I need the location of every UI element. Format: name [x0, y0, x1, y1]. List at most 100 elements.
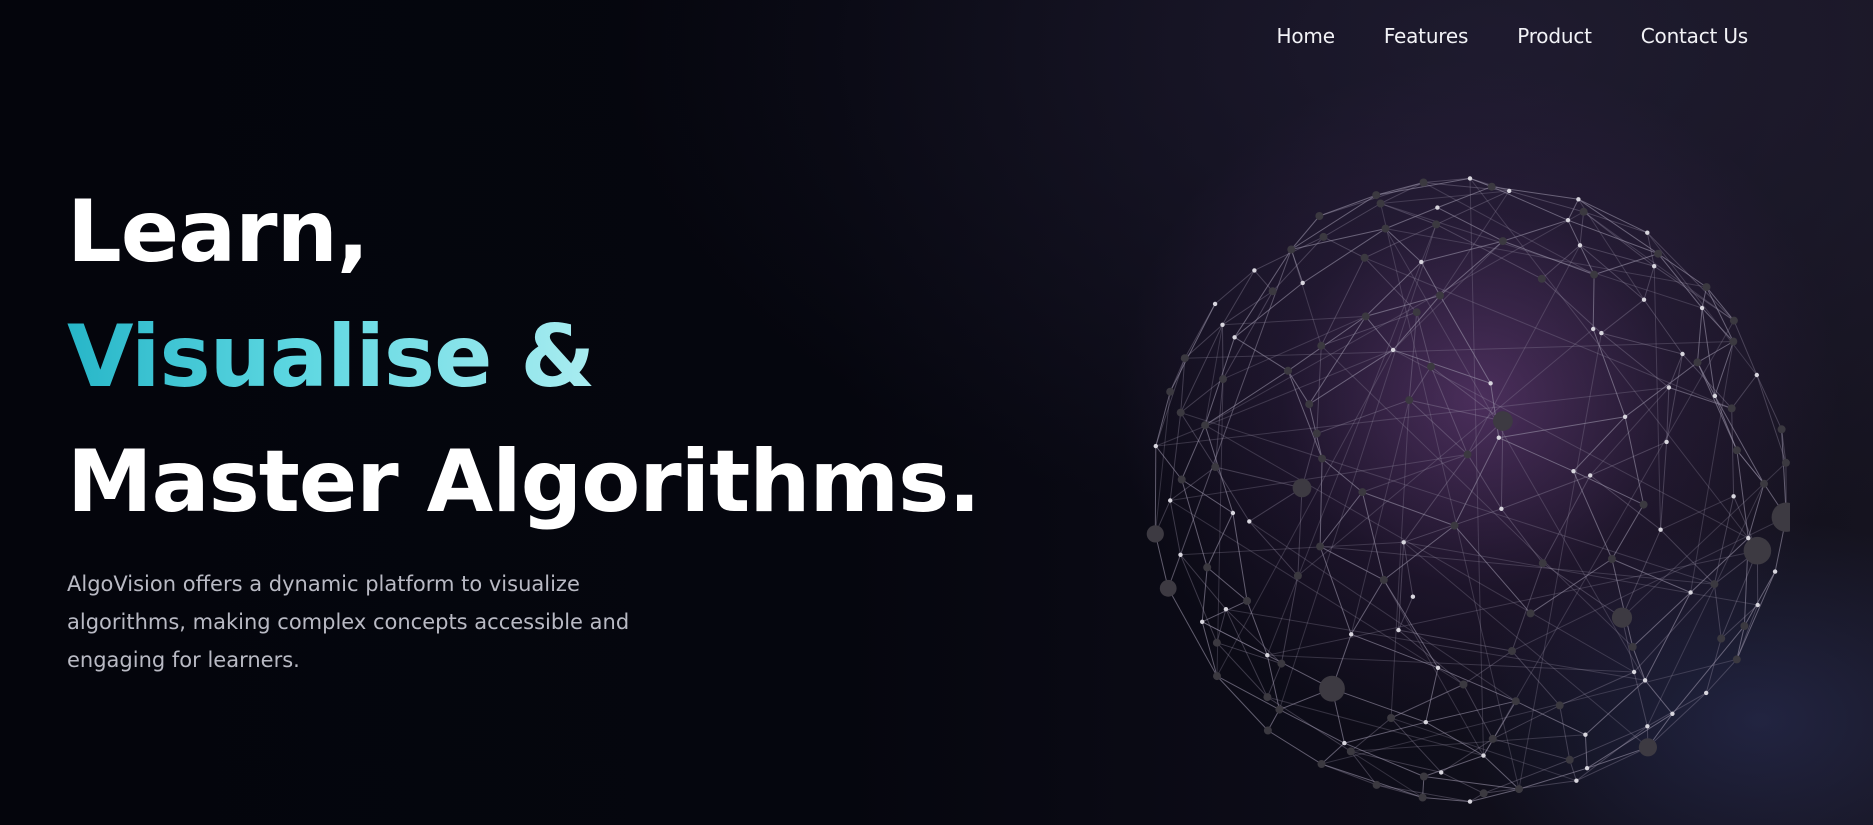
sphere-edge [1672, 625, 1745, 715]
sphere-node [1642, 678, 1648, 683]
sphere-edge [1586, 746, 1649, 769]
sphere-edge [1542, 475, 1591, 564]
sphere-edge [1350, 750, 1423, 798]
sphere-node [1590, 270, 1599, 279]
sphere-node [1754, 372, 1759, 378]
sphere-node [1232, 335, 1237, 340]
sphere-edge [1756, 374, 1783, 430]
sphere-edge [1154, 446, 1157, 534]
sphere-edge [1668, 353, 1683, 388]
sphere-edge [1423, 177, 1471, 183]
sphere-node [1277, 659, 1286, 668]
sphere-node [1432, 220, 1441, 229]
sphere-node [1381, 224, 1390, 233]
sphere-edge [1589, 475, 1661, 531]
sphere-edges [1154, 177, 1787, 803]
sphere-node [1435, 205, 1440, 210]
sphere-node [1507, 188, 1512, 194]
sphere-edge [1361, 491, 1385, 581]
sphere-node [1479, 789, 1488, 798]
nav-product-link[interactable]: Product [1517, 24, 1592, 48]
sphere-edge [1483, 755, 1520, 790]
sphere-node [1666, 385, 1672, 390]
sphere-node [1427, 362, 1435, 371]
sphere-edge [1222, 324, 1224, 380]
sphere-node [1588, 473, 1593, 478]
sphere-edge [1660, 441, 1668, 530]
sphere-node [1712, 393, 1718, 399]
sphere-node [1488, 381, 1493, 386]
sphere-node [1639, 500, 1648, 509]
sphere-node [1498, 237, 1507, 246]
sphere-node [1168, 498, 1173, 503]
sphere-edge [1350, 717, 1392, 752]
sphere-node [1654, 249, 1663, 258]
sphere-node [1555, 701, 1564, 710]
sphere-edge [1643, 266, 1655, 300]
sphere-node [1574, 778, 1579, 783]
sphere-edge [1380, 190, 1510, 204]
sphere-edge [1302, 228, 1386, 284]
sphere-edge [1392, 240, 1504, 351]
nav-features-link[interactable]: Features [1384, 24, 1469, 48]
sphere-node [1645, 230, 1650, 235]
sphere-node [1275, 705, 1284, 714]
sphere-edge [1155, 445, 1183, 480]
sphere-node [1729, 316, 1738, 325]
sphere-edge [1498, 416, 1626, 439]
sphere-edge [1246, 600, 1268, 656]
sphere-edge [1364, 257, 1732, 409]
sphere-edge [1425, 721, 1484, 757]
sphere-edge [1454, 525, 1531, 614]
sphere-node [1212, 301, 1218, 307]
sphere-edge [1291, 194, 1377, 250]
sphere-edge [1323, 236, 1365, 259]
sphere-edge [1254, 270, 1274, 292]
sphere-node [1435, 665, 1441, 670]
sphere-node [1731, 494, 1736, 499]
sphere-node [1645, 724, 1650, 729]
sphere-edge [1573, 470, 1613, 560]
sphere-edge [1254, 236, 1324, 271]
nav-home-link[interactable]: Home [1277, 24, 1335, 48]
sphere-node [1729, 337, 1738, 346]
sphere-edge [1319, 546, 1352, 635]
hero-line-master: Master Algorithms. [67, 432, 981, 532]
sphere-node [1565, 755, 1574, 764]
sphere-edge [1297, 487, 1303, 576]
sphere-node [1760, 479, 1768, 488]
sphere-node [1312, 429, 1321, 438]
sphere-edge [1501, 508, 1544, 564]
sphere-node [1755, 602, 1760, 608]
sphere-node [1372, 780, 1381, 789]
sphere-edge [1518, 333, 1602, 790]
sphere-edge [1463, 684, 1494, 740]
nav-contact-link[interactable]: Contact Us [1641, 24, 1748, 48]
sphere-node [1418, 793, 1427, 802]
sphere-edge [1206, 567, 1248, 602]
sphere-edge [1646, 483, 1765, 727]
sphere-edge [1279, 709, 1345, 744]
sphere-edge [1731, 374, 1758, 409]
sphere-node [1219, 375, 1227, 384]
sphere-node [1316, 542, 1325, 551]
sphere-edge [1222, 315, 1366, 326]
sphere-edge [1420, 261, 1441, 296]
sphere-node [1781, 458, 1790, 467]
sphere-node [1317, 341, 1326, 350]
sphere-edge [1385, 207, 1438, 230]
sphere-edge [1646, 232, 1758, 376]
sphere-edge [1184, 324, 1223, 359]
sphere-node [1583, 732, 1588, 737]
sphere-edge [1467, 454, 1502, 510]
sphere-edge [1266, 663, 1282, 698]
sphere-node [1688, 590, 1693, 595]
sphere-node [1772, 569, 1778, 574]
sphere-node [1607, 555, 1616, 563]
sphere-node [1717, 634, 1726, 643]
sphere-edge [1559, 705, 1571, 760]
sphere-node [1579, 207, 1588, 216]
sphere-edge [1267, 696, 1484, 757]
sphere-node [1358, 488, 1367, 497]
hero-heading: Learn, Visualise & Master Algorithms. [67, 170, 981, 545]
